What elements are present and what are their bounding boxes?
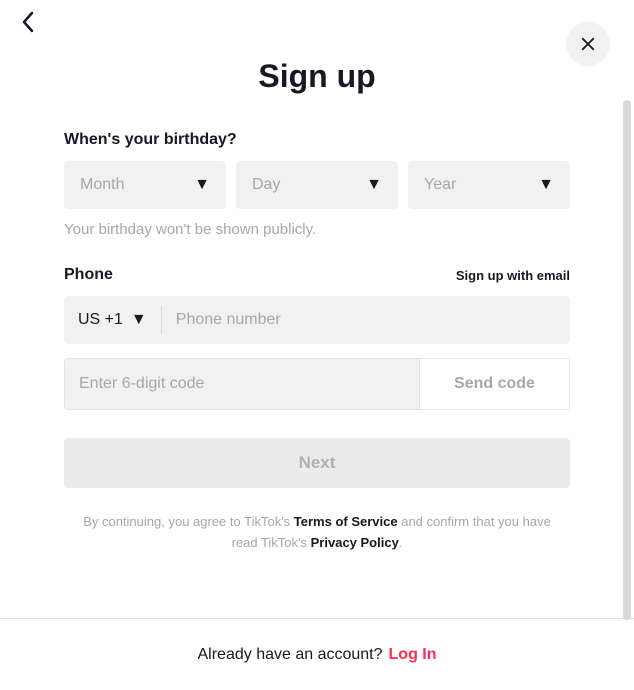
phone-label: Phone [64,266,113,284]
signup-with-email-link[interactable]: Sign up with email [456,268,570,283]
privacy-policy-link[interactable]: Privacy Policy [311,535,399,550]
scrollbar[interactable] [623,100,631,620]
caret-down-icon: ▼ [131,311,147,329]
chevron-left-icon [20,10,36,34]
birthday-label: When's your birthday? [64,131,570,149]
legal-prefix: By continuing, you agree to TikTok's [83,514,294,529]
send-code-button[interactable]: Send code [419,359,569,409]
year-select[interactable]: Year ▼ [408,161,570,209]
caret-down-icon: ▼ [538,176,554,194]
month-placeholder: Month [80,176,124,194]
close-button[interactable] [566,22,610,66]
country-code-value: US +1 [78,311,123,329]
caret-down-icon: ▼ [194,176,210,194]
day-select[interactable]: Day ▼ [236,161,398,209]
login-link[interactable]: Log In [389,646,437,664]
year-placeholder: Year [424,176,456,194]
caret-down-icon: ▼ [366,176,382,194]
close-icon [579,35,597,53]
back-button[interactable] [20,10,36,41]
phone-number-input[interactable]: Phone number [162,311,570,329]
country-code-select[interactable]: US +1 ▼ [64,311,161,329]
footer: Already have an account? Log In [0,618,634,690]
legal-suffix: . [399,535,403,550]
month-select[interactable]: Month ▼ [64,161,226,209]
phone-input-row: US +1 ▼ Phone number [64,296,570,344]
birthday-hint: Your birthday won't be shown publicly. [64,221,570,238]
day-placeholder: Day [252,176,280,194]
verification-code-input[interactable]: Enter 6-digit code [65,359,419,409]
page-title: Sign up [0,58,634,95]
terms-of-service-link[interactable]: Terms of Service [294,514,398,529]
footer-text: Already have an account? [198,646,383,664]
legal-text: By continuing, you agree to TikTok's Ter… [64,512,570,554]
next-button[interactable]: Next [64,438,570,488]
